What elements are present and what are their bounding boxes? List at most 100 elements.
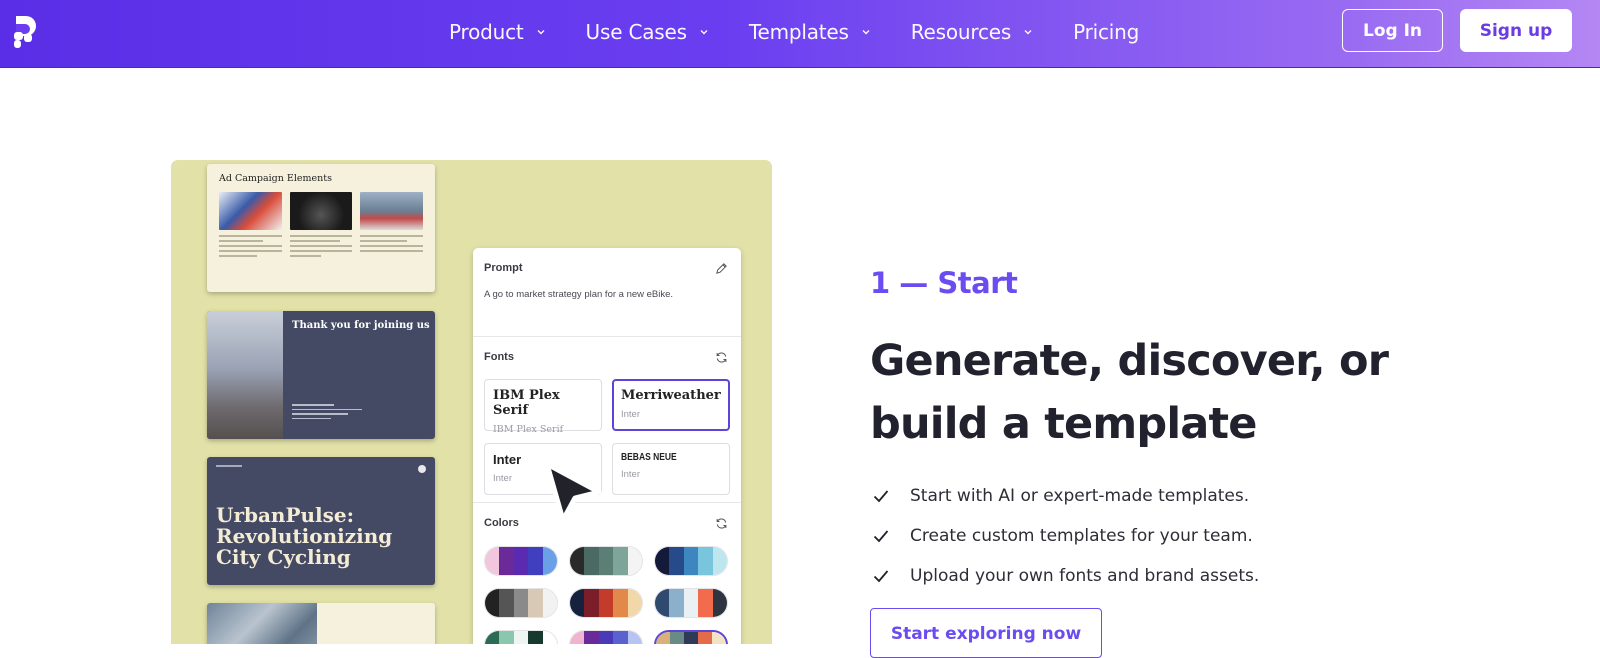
palette-swatch [499,631,514,644]
nav-item-label: Product [449,20,524,44]
start-exploring-button[interactable]: Start exploring now [870,608,1102,658]
palette-swatch [598,589,614,617]
palette-swatch [584,589,599,617]
feature-item: Create custom templates for your team. [873,516,1259,556]
palette-swatch [485,547,500,575]
palette-swatch [683,547,699,575]
color-palette-option[interactable] [569,546,643,576]
check-icon [873,530,889,543]
palette-swatch [627,631,642,644]
palette-swatch [542,631,557,644]
color-palette-option[interactable] [569,630,643,644]
palette-swatch [656,632,670,644]
palette-swatch [513,547,529,575]
prompt-heading: Prompt [484,262,523,274]
step-label: 1 — Start [870,266,1018,300]
palette-swatch [669,589,684,617]
font-option-name: IBM Plex Serif [493,388,560,418]
palette-swatch [570,631,585,644]
slide-title: Ad Campaign Elements [219,173,332,184]
palette-swatch [528,547,543,575]
palette-swatch [499,547,514,575]
palette-swatch [655,589,670,617]
palette-swatch [698,632,712,644]
palette-swatch [542,547,557,575]
color-palette-option[interactable] [484,588,558,618]
palette-swatch [627,589,642,617]
check-icon [873,570,889,583]
font-option-sub: Inter [621,469,641,480]
signup-button[interactable]: Sign up [1460,9,1572,52]
slide-image [360,192,424,230]
slide-photo [207,311,283,439]
palette-swatch [698,589,713,617]
color-palette-option[interactable] [484,546,558,576]
palette-swatch [712,547,727,575]
font-option-bebas-neue[interactable]: BEBAS NEUE Inter [612,443,730,495]
feature-list: Start with AI or expert-made templates. … [873,476,1259,596]
refresh-icon[interactable] [715,517,728,530]
font-option-ibm-plex-serif[interactable]: IBM Plex Serif IBM Plex Serif [484,379,602,435]
palette-swatch [570,589,585,617]
slide-thumbnail-partial [207,603,435,644]
logo-icon[interactable] [12,14,46,50]
feature-text: Upload your own fonts and brand assets. [910,566,1260,586]
nav-item-pricing[interactable]: Pricing [1073,20,1139,44]
palette-swatch [684,632,698,644]
color-palette-grid [484,546,730,644]
slide-thumbnail-ad-campaign: Ad Campaign Elements [207,164,435,292]
feature-item: Upload your own fonts and brand assets. [873,556,1259,596]
slide-image [219,192,282,230]
palette-swatch [528,631,543,644]
nav-item-resources[interactable]: Resources [911,20,1033,44]
font-option-merriweather[interactable]: Merriweather Inter [612,379,730,431]
palette-swatch [669,547,684,575]
font-option-sub: Inter [621,409,641,420]
palette-swatch [542,589,557,617]
chevron-down-icon [700,30,708,35]
palette-swatch [598,547,614,575]
palette-swatch [712,632,726,644]
palette-swatch [613,547,628,575]
section-headline: Generate, discover, or build a template [870,336,1389,449]
palette-swatch [670,632,684,644]
palette-swatch [598,631,614,644]
color-palette-option[interactable] [654,630,728,644]
color-palette-option[interactable] [484,630,558,644]
slide-thumbnail-urbanpulse: UrbanPulse: Revolutionizing City Cycling [207,457,435,585]
pencil-icon[interactable] [715,262,728,275]
nav-item-label: Use Cases [585,20,687,44]
palette-swatch [655,547,670,575]
login-button[interactable]: Log In [1342,9,1443,52]
palette-swatch [712,589,727,617]
slide-thumbnail-thank-you: Thank you for joining us [207,311,435,439]
slide-title: Thank you for joining us [292,320,430,331]
color-palette-option[interactable] [569,588,643,618]
feature-item: Start with AI or expert-made templates. [873,476,1259,516]
chevron-down-icon [1024,30,1032,35]
nav-item-label: Pricing [1073,20,1140,44]
refresh-icon[interactable] [715,351,728,364]
feature-text: Create custom templates for your team. [910,526,1253,546]
nav-item-product[interactable]: Product [449,20,546,44]
template-illustration: Ad Campaign Elements Thank you for joini… [171,160,772,644]
color-palette-option[interactable] [654,546,728,576]
palette-swatch [485,589,500,617]
nav-menu: Product Use Cases Templates Resources Pr… [449,0,1179,64]
palette-swatch [584,631,599,644]
slide-image [289,192,353,230]
prompt-text: A go to market strategy plan for a new e… [484,289,674,300]
palette-swatch [613,631,628,644]
palette-swatch [570,547,585,575]
palette-swatch [485,631,500,644]
nav-item-templates[interactable]: Templates [749,20,871,44]
feature-text: Start with AI or expert-made templates. [910,486,1250,506]
color-palette-option[interactable] [654,588,728,618]
nav-item-label: Resources [910,20,1012,44]
font-option-name: BEBAS NEUE [621,452,677,463]
palette-swatch [584,547,599,575]
palette-swatch [698,547,713,575]
nav-item-use-cases[interactable]: Use Cases [586,20,709,44]
palette-swatch [613,589,628,617]
slide-title: UrbanPulse: Revolutionizing City Cycling [216,503,393,569]
